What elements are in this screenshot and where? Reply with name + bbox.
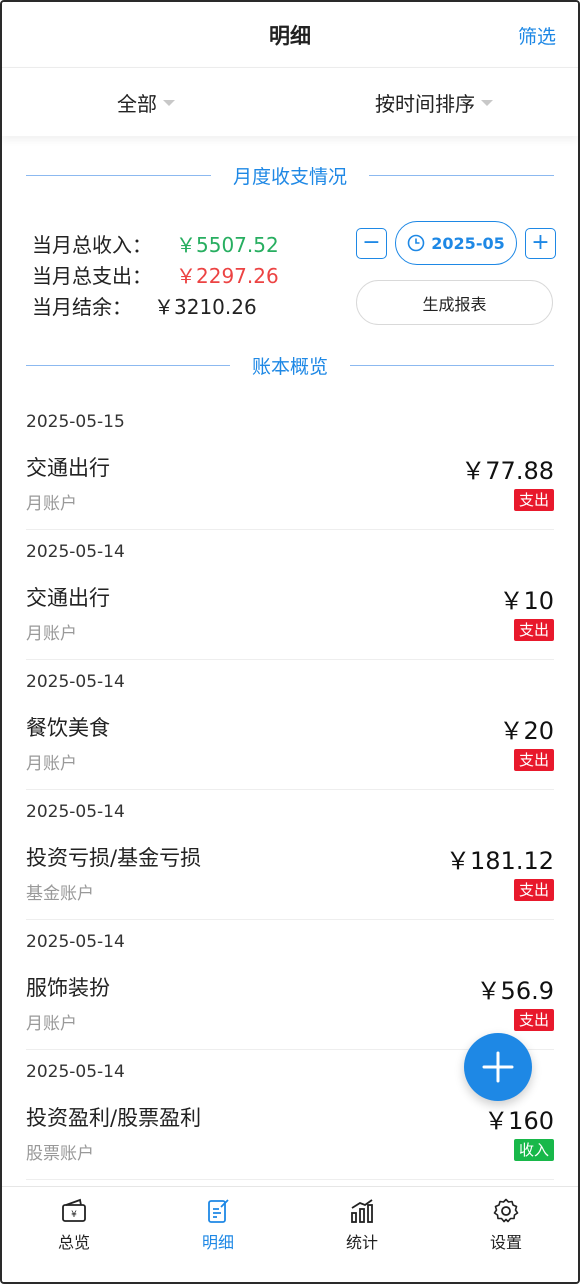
app-screen: 明细 筛选 全部 按时间排序 月度收支情况 当月总收入： ￥5507.52 当月… xyxy=(0,0,580,1284)
previous-month-button[interactable]: − xyxy=(356,227,387,259)
entry-category: 投资盈利/股票盈利 xyxy=(26,1106,202,1130)
entry-amount: ￥181.12 xyxy=(446,847,554,875)
monthly-summary: 当月总收入： ￥5507.52 当月总支出： ￥2297.26 当月结余： ￥3… xyxy=(32,230,279,323)
filter-button[interactable]: 筛选 xyxy=(518,22,556,49)
month-picker[interactable]: 2025-05 xyxy=(395,221,517,265)
entry-category: 交通出行 xyxy=(26,586,110,610)
divider xyxy=(26,174,211,176)
entry-category: 交通出行 xyxy=(26,456,110,480)
balance-value: ￥3210.26 xyxy=(154,295,257,319)
entry-amount: ￥77.88 xyxy=(461,457,554,485)
page-title: 明细 xyxy=(269,23,311,48)
tab-detail-label: 明细 xyxy=(201,1233,234,1252)
ledger-section-title: 账本概览 xyxy=(252,355,329,378)
list-item[interactable]: 2025-05-14 餐饮美食 月账户 ￥20 支出 xyxy=(26,660,554,790)
scope-dropdown[interactable]: 全部 xyxy=(2,88,290,117)
entry-account: 月账户 xyxy=(26,624,77,644)
add-entry-button[interactable] xyxy=(464,1033,532,1101)
top-bar: 明细 筛选 xyxy=(2,2,578,68)
entry-type-badge: 支出 xyxy=(513,749,554,771)
filter-dropdown-bar: 全部 按时间排序 xyxy=(2,68,578,136)
clock-icon xyxy=(407,234,425,252)
month-selector: − 2025-05 + xyxy=(356,221,556,265)
entry-amount: ￥20 xyxy=(499,717,554,745)
caret-down-icon xyxy=(481,100,493,106)
tab-settings-label: 设置 xyxy=(489,1233,522,1252)
entry-type-badge: 支出 xyxy=(513,489,554,511)
monthly-section-title: 月度收支情况 xyxy=(233,165,348,188)
entry-type-badge: 支出 xyxy=(513,1009,554,1031)
list-item[interactable]: 2025-05-14 投资亏损/基金亏损 基金账户 ￥181.12 支出 xyxy=(26,790,554,920)
next-month-button[interactable]: + xyxy=(525,227,556,259)
scope-dropdown-label: 全部 xyxy=(117,91,157,116)
entry-date: 2025-05-15 xyxy=(26,412,125,432)
caret-down-icon xyxy=(163,100,175,106)
list-item[interactable]: 2025-05-14 交通出行 月账户 ￥10 支出 xyxy=(26,530,554,660)
entry-date: 2025-05-14 xyxy=(26,542,125,562)
tab-detail[interactable]: 明细 xyxy=(146,1187,290,1282)
divider xyxy=(350,364,555,366)
gear-icon xyxy=(493,1198,519,1223)
month-value: 2025-05 xyxy=(431,233,505,253)
monthly-section-header: 月度收支情况 xyxy=(26,163,555,188)
detail-icon xyxy=(208,1199,229,1223)
entry-type-badge: 支出 xyxy=(513,879,554,901)
tab-settings[interactable]: 设置 xyxy=(434,1187,578,1282)
entry-account: 月账户 xyxy=(26,494,77,514)
tab-statistics-label: 统计 xyxy=(345,1233,378,1252)
entry-account: 股票账户 xyxy=(26,1144,94,1164)
entry-date: 2025-05-14 xyxy=(26,802,125,822)
expense-value: ￥2297.26 xyxy=(176,264,279,288)
wallet-icon: ¥ xyxy=(62,1198,86,1222)
entry-account: 基金账户 xyxy=(26,884,94,904)
entry-amount: ￥10 xyxy=(499,587,554,615)
entry-account: 月账户 xyxy=(26,1014,77,1034)
entry-date: 2025-05-14 xyxy=(26,672,125,692)
chart-icon xyxy=(351,1199,373,1223)
plus-icon xyxy=(482,1051,514,1083)
list-item[interactable]: 2025-05-15 交通出行 月账户 ￥77.88 支出 xyxy=(26,400,554,530)
entry-date: 2025-05-14 xyxy=(26,1062,125,1082)
entry-type-badge: 支出 xyxy=(513,619,554,641)
tab-overview-label: 总览 xyxy=(57,1233,90,1252)
entry-category: 餐饮美食 xyxy=(26,716,110,740)
entry-amount: ￥160 xyxy=(484,1107,554,1135)
sort-dropdown[interactable]: 按时间排序 xyxy=(290,88,578,117)
svg-text:¥: ¥ xyxy=(71,1210,77,1220)
list-item[interactable]: 2025-05-14 服饰装扮 月账户 ￥56.9 支出 xyxy=(26,920,554,1050)
bottom-tab-bar: ¥ 总览 明细 统计 设置 xyxy=(2,1186,578,1282)
balance-label: 当月结余： xyxy=(32,295,132,319)
tab-statistics[interactable]: 统计 xyxy=(290,1187,434,1282)
tab-overview[interactable]: ¥ 总览 xyxy=(2,1187,146,1282)
divider xyxy=(369,174,555,176)
divider xyxy=(26,364,230,366)
expense-label: 当月总支出： xyxy=(32,264,152,288)
entry-type-badge: 收入 xyxy=(513,1139,554,1161)
entry-account: 月账户 xyxy=(26,754,77,774)
sort-dropdown-label: 按时间排序 xyxy=(375,91,475,116)
income-value: ￥5507.52 xyxy=(176,233,279,257)
generate-report-button[interactable]: 生成报表 xyxy=(356,280,553,325)
entry-date: 2025-05-14 xyxy=(26,932,125,952)
income-label: 当月总收入： xyxy=(32,233,152,257)
entry-amount: ￥56.9 xyxy=(476,977,554,1005)
entry-category: 投资亏损/基金亏损 xyxy=(26,846,202,870)
entry-category: 服饰装扮 xyxy=(26,976,110,1000)
ledger-section-header: 账本概览 xyxy=(26,353,555,378)
